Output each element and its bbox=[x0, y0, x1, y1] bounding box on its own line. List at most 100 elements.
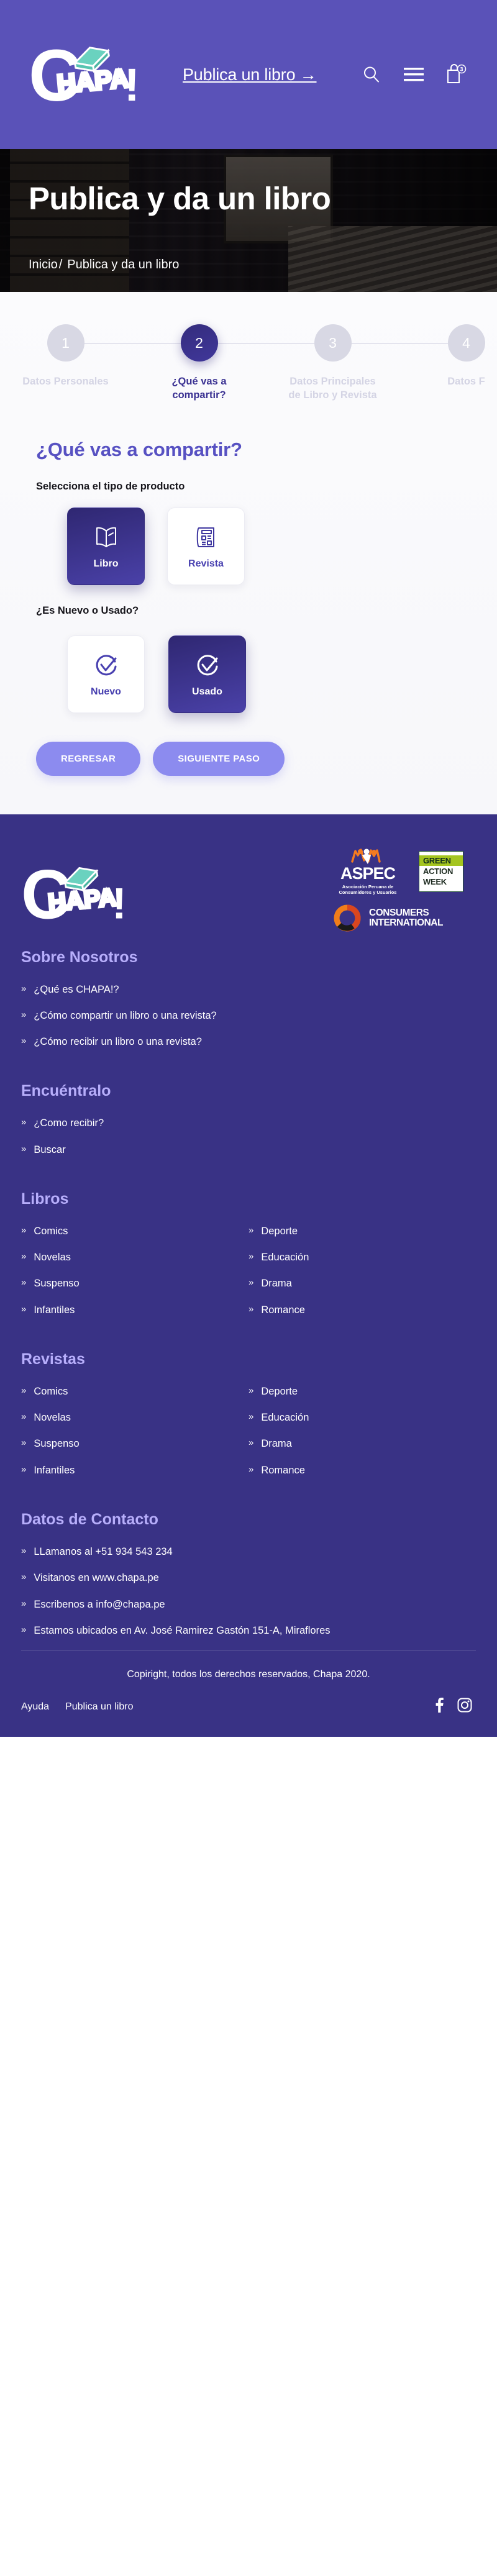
list-item[interactable]: » Novelas bbox=[21, 1411, 248, 1424]
chevron-right-icon: » bbox=[21, 1624, 27, 1635]
partner-row-bottom: CONSUMERS INTERNATIONAL bbox=[333, 904, 463, 932]
footer-link-text: Drama bbox=[261, 1438, 292, 1450]
chevron-right-icon: » bbox=[21, 1143, 27, 1154]
list-item[interactable]: » Drama bbox=[248, 1437, 476, 1450]
footer-bottom-bar: Ayuda Publica un libro bbox=[0, 1698, 497, 1737]
footer-link-list: » ¿Como recibir? » Buscar bbox=[21, 1116, 476, 1157]
condition-label-text: Nuevo bbox=[91, 686, 121, 698]
list-item[interactable]: » ¿Cómo recibir un libro o una revista? bbox=[21, 1035, 476, 1049]
footer-section-contacto: Datos de Contacto » LLamanos al +51 934 5… bbox=[0, 1511, 497, 1637]
site-logo[interactable]: C HAPA ! bbox=[29, 36, 153, 114]
publish-book-link[interactable]: Publica un libro → bbox=[183, 65, 317, 84]
footer-section-revistas: Revistas » Comics » Novelas » Suspenso » Inf… bbox=[0, 1350, 497, 1490]
condition-nuevo[interactable]: Nuevo bbox=[67, 635, 145, 713]
list-item[interactable]: » Buscar bbox=[21, 1143, 476, 1157]
list-item[interactable]: » Infantiles bbox=[21, 1303, 248, 1317]
footer-link-text: Comics bbox=[34, 1225, 68, 1237]
list-item[interactable]: » Romance bbox=[248, 1303, 476, 1317]
condition-usado[interactable]: Usado bbox=[168, 635, 246, 713]
step-number: 2 bbox=[180, 324, 218, 362]
shopping-bag-icon[interactable]: 3 bbox=[444, 61, 468, 88]
list-item[interactable]: » Educación bbox=[248, 1250, 476, 1264]
list-item[interactable]: » ¿Como recibir? bbox=[21, 1116, 476, 1130]
breadcrumb: Inicio / Publica y da un libro bbox=[29, 258, 468, 272]
next-step-button[interactable]: SIGUIENTE PASO bbox=[153, 741, 285, 776]
form-stepper: 1 Datos Personales 2 ¿Qué vas a comparti… bbox=[0, 292, 497, 403]
list-item[interactable]: » Escribenos a info@chapa.pe bbox=[21, 1598, 476, 1611]
aspec-subtitle-line2: Consumidores y Usuarios bbox=[339, 889, 397, 895]
chapa-logo-icon: C HAPA ! bbox=[29, 36, 140, 114]
step-1[interactable]: 1 Datos Personales bbox=[0, 324, 181, 403]
aspec-people-icon bbox=[351, 848, 381, 864]
social-links bbox=[435, 1698, 472, 1716]
chevron-right-icon: » bbox=[248, 1251, 254, 1262]
list-item[interactable]: » ¿Qué es CHAPA!? bbox=[21, 983, 476, 996]
list-item[interactable]: » Estamos ubicados en Av. José Ramirez Ga… bbox=[21, 1624, 369, 1637]
footer-link-text: Deporte bbox=[261, 1385, 298, 1397]
product-type-label-text: Libro bbox=[93, 558, 119, 570]
step-4[interactable]: 4 Datos F bbox=[399, 324, 497, 403]
product-type-revista[interactable]: Revista bbox=[167, 507, 245, 585]
menu-icon[interactable] bbox=[401, 61, 426, 88]
magazine-icon bbox=[192, 522, 221, 551]
product-type-libro[interactable]: Libro bbox=[67, 507, 145, 585]
step-number: 4 bbox=[447, 324, 485, 362]
contact-website: Visitanos en www.chapa.pe bbox=[34, 1572, 159, 1584]
gaw-line-action: ACTION bbox=[423, 866, 454, 876]
footer-link-text: ¿Como recibir? bbox=[34, 1117, 104, 1129]
list-item[interactable]: » Comics bbox=[21, 1224, 248, 1238]
svg-text:!: ! bbox=[112, 878, 126, 927]
condition-label: ¿Es Nuevo o Usado? bbox=[36, 604, 139, 616]
instagram-icon[interactable] bbox=[457, 1698, 472, 1716]
step-number: 1 bbox=[47, 324, 84, 362]
header-icon-group: 3 bbox=[359, 61, 468, 88]
list-item[interactable]: » Infantiles bbox=[21, 1463, 248, 1477]
facebook-icon[interactable] bbox=[435, 1698, 444, 1716]
hero-banner: Publica y da un libro Inicio / Publica y d… bbox=[0, 149, 497, 292]
consumers-international-ring-icon bbox=[334, 904, 361, 932]
list-item[interactable]: » Novelas bbox=[21, 1250, 248, 1264]
list-item[interactable]: » Comics bbox=[21, 1385, 248, 1398]
svg-text:HAPA: HAPA bbox=[47, 883, 117, 916]
search-icon[interactable] bbox=[359, 61, 384, 88]
footer-section-title: Datos de Contacto bbox=[21, 1510, 158, 1528]
list-item[interactable]: » Deporte bbox=[248, 1385, 476, 1398]
list-item[interactable]: » Drama bbox=[248, 1277, 476, 1290]
breadcrumb-home-link[interactable]: Inicio bbox=[29, 258, 58, 271]
step-label: ¿Qué vas a compartir? bbox=[171, 376, 227, 401]
list-item[interactable]: » Suspenso bbox=[21, 1277, 248, 1290]
list-item[interactable]: » ¿Cómo compartir un libro o una revista? bbox=[21, 1009, 476, 1022]
step-2[interactable]: 2 ¿Qué vas a compartir? bbox=[132, 324, 314, 403]
list-item[interactable]: » Deporte bbox=[248, 1224, 476, 1238]
step-number: 3 bbox=[314, 324, 352, 362]
footer-link-publica-un-libro[interactable]: Publica un libro bbox=[65, 1701, 133, 1713]
footer-two-columns: » Comics » Novelas » Suspenso » Infantiles »… bbox=[21, 1385, 476, 1490]
list-item[interactable]: » Romance bbox=[248, 1463, 476, 1477]
contact-phone: LLamanos al +51 934 543 234 bbox=[34, 1545, 173, 1557]
step-label: Datos Principales de Libro y Revista bbox=[288, 376, 377, 401]
back-button[interactable]: REGRESAR bbox=[36, 741, 141, 776]
aspec-subtitle-line1: Asociación Peruana de bbox=[342, 883, 394, 890]
copyright-text: Copiright, todos los derechos reservados… bbox=[127, 1669, 370, 1680]
footer-two-columns: » Comics » Novelas » Suspenso » Infantiles »… bbox=[21, 1224, 476, 1329]
list-item[interactable]: » Educación bbox=[248, 1411, 476, 1424]
footer-section-title: Revistas bbox=[21, 1350, 85, 1368]
chevron-right-icon: » bbox=[21, 1598, 27, 1609]
cart-count-badge: 3 bbox=[460, 66, 463, 73]
footer-link-list-col2: » Deporte » Educación » Drama » Romance bbox=[248, 1385, 476, 1490]
site-header: C HAPA ! Publica un libro → 3 bbox=[0, 0, 497, 149]
footer-section-encuentralo: Encuéntralo » ¿Como recibir? » Buscar bbox=[0, 1082, 497, 1157]
step-3[interactable]: 3 Datos Principales de Libro y Revista bbox=[266, 324, 448, 403]
list-item[interactable]: » Suspenso bbox=[21, 1437, 248, 1450]
footer-section-title: Sobre Nosotros bbox=[21, 948, 138, 966]
chevron-right-icon: » bbox=[21, 1277, 27, 1288]
chevron-right-icon: » bbox=[21, 1545, 27, 1556]
chevron-right-icon: » bbox=[248, 1224, 254, 1236]
footer-logo[interactable]: C HAPA ! bbox=[21, 855, 139, 934]
footer-link-ayuda[interactable]: Ayuda bbox=[21, 1701, 49, 1713]
chevron-right-icon: » bbox=[21, 1385, 27, 1396]
list-item[interactable]: » Visitanos en www.chapa.pe bbox=[21, 1571, 476, 1585]
product-type-label: Selecciona el tipo de producto bbox=[36, 480, 185, 492]
svg-text:!: ! bbox=[124, 59, 140, 111]
list-item[interactable]: » LLamanos al +51 934 543 234 bbox=[21, 1545, 476, 1559]
